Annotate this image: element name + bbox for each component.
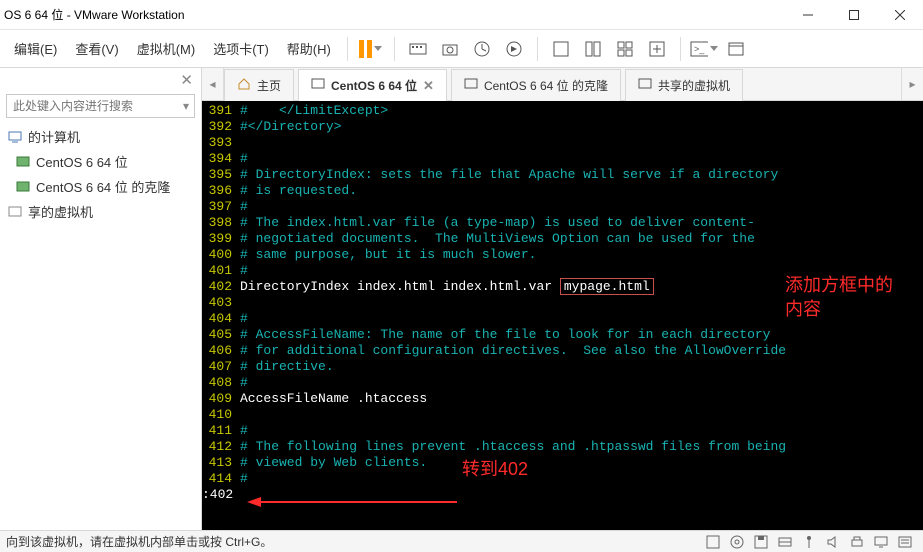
- terminal-icon: >_: [690, 41, 708, 57]
- computer-icon: [8, 130, 24, 144]
- tab-vm2[interactable]: CentOS 6 64 位 的克隆: [451, 69, 621, 101]
- tab-label: 共享的虚拟机: [658, 77, 730, 94]
- window-title: OS 6 64 位 - VMware Workstation: [4, 6, 785, 23]
- chevron-down-icon: [374, 46, 382, 51]
- tab-close-button[interactable]: ✕: [423, 78, 434, 94]
- library-sidebar: ✕ ▾ 的计算机 CentOS 6 64 位 CentOS 6 64 位 的克隆…: [0, 68, 202, 530]
- tab-vm1[interactable]: CentOS 6 64 位 ✕: [298, 69, 447, 101]
- maximize-button[interactable]: [831, 0, 877, 30]
- minimize-button[interactable]: [785, 0, 831, 30]
- shared-icon: [8, 205, 24, 219]
- shared-icon: [638, 77, 652, 94]
- sidebar-label: CentOS 6 64 位: [36, 152, 128, 171]
- separator: [680, 37, 681, 61]
- content-area: ◂ 主页 CentOS 6 64 位 ✕ CentOS 6 64 位 的克隆 共…: [202, 68, 923, 530]
- status-text: 向到该虚拟机，请在虚拟机内部单击或按 Ctrl+G。: [6, 533, 272, 550]
- keyboard-icon: [409, 40, 427, 58]
- vm-icon: [16, 155, 32, 169]
- device-display-icon[interactable]: [873, 534, 889, 550]
- tab-scroll-right[interactable]: ▸: [901, 68, 923, 100]
- window-controls: [785, 0, 923, 30]
- vm-icon: [16, 180, 32, 194]
- close-button[interactable]: [877, 0, 923, 30]
- arrow-annotation: [247, 493, 457, 511]
- fit-guest-button[interactable]: [546, 34, 576, 64]
- titlebar: OS 6 64 位 - VMware Workstation: [0, 0, 923, 30]
- stretch-button[interactable]: [721, 34, 751, 64]
- snapshot-button[interactable]: [435, 34, 465, 64]
- annotation-box-note: 添加方框中的内容: [785, 273, 895, 321]
- device-sound-icon[interactable]: [825, 534, 841, 550]
- tab-shared[interactable]: 共享的虚拟机: [625, 69, 743, 101]
- terminal-wrap: 391# </LimitExcept>392#</Directory>39339…: [202, 101, 923, 530]
- separator: [537, 37, 538, 61]
- menu-edit[interactable]: 编辑(E): [6, 35, 65, 62]
- sidebar-label: 的计算机: [28, 127, 80, 146]
- sidebar-item-shared[interactable]: 享的虚拟机: [0, 199, 201, 224]
- device-disk-icon[interactable]: [705, 534, 721, 550]
- thumbnail-view-button[interactable]: [610, 34, 640, 64]
- sidebar-item-computer[interactable]: 的计算机: [0, 124, 201, 149]
- window-icon: [727, 40, 745, 58]
- search-dropdown-icon[interactable]: ▾: [178, 99, 194, 113]
- separator: [347, 37, 348, 61]
- device-printer-icon[interactable]: [849, 534, 865, 550]
- vm-icon: [464, 77, 478, 94]
- grid-icon: [584, 40, 602, 58]
- statusbar: 向到该虚拟机，请在虚拟机内部单击或按 Ctrl+G。: [0, 530, 923, 552]
- svg-text:>_: >_: [694, 44, 705, 54]
- tabbar: ◂ 主页 CentOS 6 64 位 ✕ CentOS 6 64 位 的克隆 共…: [202, 68, 923, 101]
- tab-scroll-left[interactable]: ◂: [202, 68, 224, 100]
- pause-button[interactable]: [356, 34, 386, 64]
- console-view-button[interactable]: [578, 34, 608, 64]
- send-ctrlaltdel-button[interactable]: [403, 34, 433, 64]
- device-usb-icon[interactable]: [801, 534, 817, 550]
- tab-label: CentOS 6 64 位 的克隆: [484, 77, 608, 94]
- sidebar-item-vm2[interactable]: CentOS 6 64 位 的克隆: [0, 174, 201, 199]
- tab-home[interactable]: 主页: [224, 69, 294, 101]
- sidebar-item-vm1[interactable]: CentOS 6 64 位: [0, 149, 201, 174]
- menubar: 编辑(E) 查看(V) 虚拟机(M) 选项卡(T) 帮助(H) >_: [0, 30, 923, 68]
- unity-button[interactable]: [642, 34, 672, 64]
- sidebar-close-button[interactable]: ✕: [0, 68, 201, 92]
- sidebar-label: CentOS 6 64 位 的克隆: [36, 177, 170, 196]
- thumb-icon: [616, 40, 634, 58]
- tab-label: CentOS 6 64 位: [331, 77, 417, 94]
- message-log-icon[interactable]: [897, 534, 913, 550]
- fullscreen-button[interactable]: >_: [689, 34, 719, 64]
- tab-label: 主页: [257, 77, 281, 94]
- menu-help[interactable]: 帮助(H): [279, 35, 339, 62]
- menu-tabs[interactable]: 选项卡(T): [205, 35, 277, 62]
- vm-icon: [311, 77, 325, 94]
- revert-icon: [505, 40, 523, 58]
- main-area: ✕ ▾ 的计算机 CentOS 6 64 位 CentOS 6 64 位 的克隆…: [0, 68, 923, 530]
- camera-icon: [441, 40, 459, 58]
- separator: [394, 37, 395, 61]
- chevron-down-icon: [710, 46, 718, 51]
- expand-icon: [648, 40, 666, 58]
- screen-icon: [552, 40, 570, 58]
- revert-snapshot-button[interactable]: [499, 34, 529, 64]
- search-input-wrap: ▾: [6, 94, 195, 118]
- snapshot-manager-button[interactable]: [467, 34, 497, 64]
- annotation-goto-note: 转到402: [462, 455, 528, 481]
- search-input[interactable]: [7, 99, 178, 113]
- menu-vm[interactable]: 虚拟机(M): [129, 35, 204, 62]
- device-floppy-icon[interactable]: [753, 534, 769, 550]
- sidebar-label: 享的虚拟机: [28, 202, 93, 221]
- device-cd-icon[interactable]: [729, 534, 745, 550]
- clock-icon: [473, 40, 491, 58]
- device-network-icon[interactable]: [777, 534, 793, 550]
- pause-icon: [359, 40, 372, 58]
- home-icon: [237, 77, 251, 94]
- menu-view[interactable]: 查看(V): [67, 35, 126, 62]
